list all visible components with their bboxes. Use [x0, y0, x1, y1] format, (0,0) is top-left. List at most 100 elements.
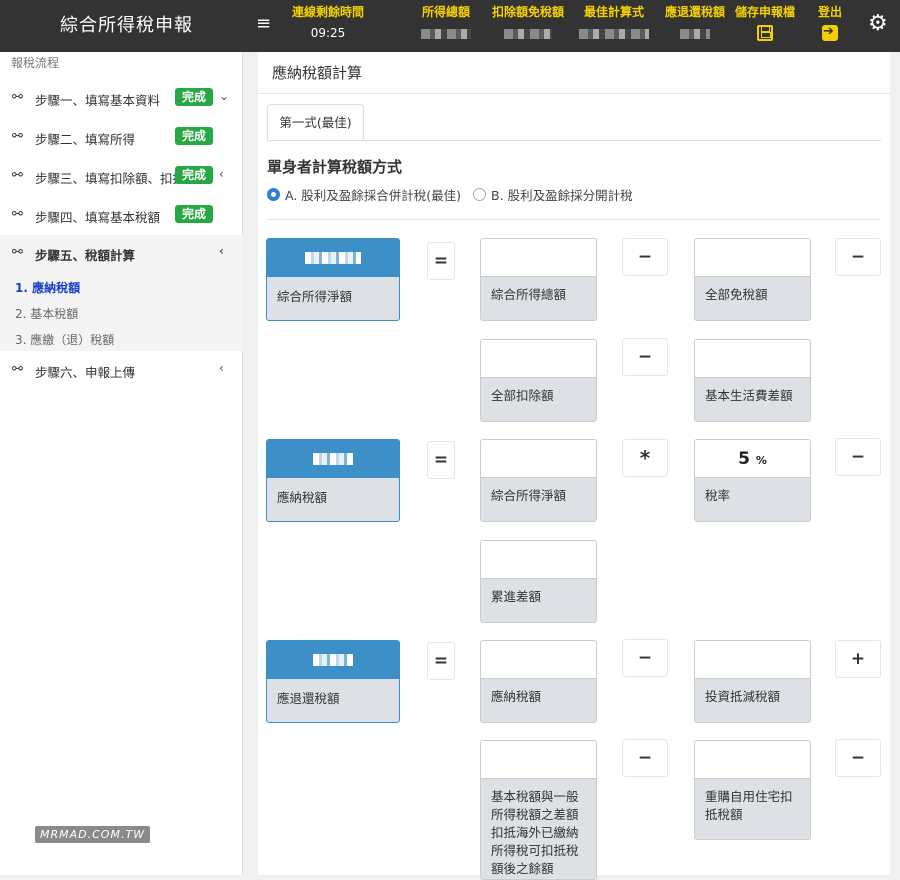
logout-label: 登出 — [817, 5, 842, 19]
tax-rate-box[interactable]: 5 % 稅率 — [694, 439, 811, 522]
save-button[interactable]: 儲存申報檔 — [732, 3, 798, 41]
link-icon: ⚯ — [12, 129, 23, 144]
total-income: 所得總額 — [418, 3, 474, 43]
total-income-label: 所得總額 — [421, 5, 470, 19]
chevron-left-icon: ‹ — [219, 244, 224, 258]
sidebar-item-step5[interactable]: ⚯ 步驟五、稅額計算 ‹ — [0, 235, 243, 273]
top-bar: 綜合所得稅申報 ≡ 連線剩餘時間 09:25 所得總額 扣除額免稅額 最佳計算式… — [0, 0, 900, 52]
home-repurchase-credit-label: 重購自用住宅扣抵稅額 — [705, 789, 793, 822]
radio-combined-label[interactable]: A. 股利及盈餘採合併計稅(最佳) — [285, 185, 461, 204]
done-badge: 完成 — [175, 127, 213, 145]
tax-payable-value-redacted — [313, 453, 353, 465]
home-repurchase-credit-box[interactable]: 重購自用住宅扣抵稅額 — [694, 740, 811, 840]
overseas-tax-credit-input[interactable] — [481, 741, 596, 779]
progressive-difference-box[interactable]: 累進差額 — [480, 540, 597, 623]
basic-living-input[interactable] — [695, 340, 810, 378]
equals-sign: = — [427, 242, 455, 280]
investment-credit-input[interactable] — [695, 641, 810, 679]
done-badge: 完成 — [175, 88, 213, 106]
tax-payable-box-label: 應納稅額 — [491, 689, 542, 704]
link-icon: ⚯ — [12, 90, 23, 105]
tax-payable-result: 應納稅額 — [266, 439, 400, 522]
link-icon: ⚯ — [12, 245, 23, 260]
sidebar-item-step6[interactable]: ⚯ 步驟六、申報上傳 ‹ — [0, 352, 243, 390]
tax-rate-value: 5 — [738, 449, 750, 469]
refund-result-label: 應退還稅額 — [277, 691, 340, 706]
submenu-item-basic-tax[interactable]: 2. 基本稅額 — [15, 305, 78, 322]
step-label: 步驟二、填寫所得 — [35, 132, 136, 147]
step5-submenu: 1. 應納稅額 2. 基本稅額 3. 應繳（退）稅額 — [0, 273, 243, 351]
overseas-tax-credit-label: 基本稅額與一般所得稅額之差額扣抵海外已繳納所得稅可扣抵稅額後之餘額 — [491, 789, 579, 876]
remaining-time-label: 連線剩餘時間 — [291, 5, 364, 19]
overseas-tax-credit-box[interactable]: 基本稅額與一般所得稅額之差額扣抵海外已繳納所得稅可扣抵稅額後之餘額 — [480, 740, 597, 880]
deduction-input[interactable] — [481, 340, 596, 378]
save-label: 儲存申報檔 — [734, 5, 795, 19]
calc-method-radios: A. 股利及盈餘採合併計稅(最佳) B. 股利及盈餘採分開計稅 — [267, 185, 645, 204]
net-income-box-label: 綜合所得淨額 — [491, 488, 567, 503]
sidebar-item-step2[interactable]: ⚯ 步驟二、填寫所得 完成 — [0, 119, 243, 157]
exemption-box[interactable]: 全部免稅額 — [694, 238, 811, 321]
refund-value-redacted — [680, 29, 710, 39]
tax-payable-input[interactable] — [481, 641, 596, 679]
tab-formula-1[interactable]: 第一式(最佳) — [267, 104, 364, 141]
exemption-input[interactable] — [695, 239, 810, 277]
multiply-operator: * — [622, 439, 668, 477]
radio-separate[interactable] — [473, 188, 487, 201]
basic-living-box[interactable]: 基本生活費差額 — [694, 339, 811, 422]
investment-credit-box[interactable]: 投資抵減稅額 — [694, 640, 811, 723]
net-income-label: 綜合所得淨額 — [277, 289, 353, 304]
deduction-label: 全部扣除額 — [491, 388, 554, 403]
sidebar-item-step3[interactable]: ⚯ 步驟三、填寫扣除額、扣抵 完成 ‹ — [0, 158, 243, 196]
sidebar-item-step4[interactable]: ⚯ 步驟四、填寫基本稅額 完成 — [0, 197, 243, 235]
minus-operator: − — [835, 238, 881, 276]
progressive-difference-input[interactable] — [481, 541, 596, 579]
deductions-value-redacted — [504, 29, 552, 39]
best-formula: 最佳計算式 — [578, 3, 650, 43]
step-label: 步驟六、申報上傳 — [35, 365, 136, 380]
submenu-item-tax-payable[interactable]: 1. 應納稅額 — [15, 279, 80, 296]
step-label: 步驟一、填寫基本資料 — [35, 93, 161, 108]
tax-rate-input[interactable]: 5 % — [695, 440, 810, 478]
done-badge: 完成 — [175, 205, 213, 223]
total-income-input[interactable] — [481, 239, 596, 277]
best-formula-value-redacted — [579, 29, 649, 39]
logout-button[interactable]: 登出 — [814, 3, 846, 41]
best-formula-label: 最佳計算式 — [583, 5, 644, 19]
logout-icon — [822, 24, 838, 41]
refund: 應退還稅額 — [662, 3, 728, 43]
basic-living-label: 基本生活費差額 — [705, 388, 793, 403]
exemption-label: 全部免稅額 — [705, 287, 768, 302]
deductions: 扣除額免稅額 — [488, 3, 568, 43]
refund-label: 應退還稅額 — [664, 5, 725, 19]
remaining-time: 連線剩餘時間 09:25 — [290, 3, 366, 40]
hamburger-menu-icon[interactable]: ≡ — [256, 13, 271, 34]
gear-icon[interactable]: ⚙ — [868, 11, 888, 36]
submenu-item-payment-refund[interactable]: 3. 應繳（退）稅額 — [15, 331, 114, 348]
net-income-box[interactable]: 綜合所得淨額 — [480, 439, 597, 522]
link-icon: ⚯ — [12, 168, 23, 183]
minus-operator: − — [622, 739, 668, 777]
tax-payable-box[interactable]: 應納稅額 — [480, 640, 597, 723]
radio-combined[interactable] — [267, 188, 280, 201]
chevron-down-icon: ⌄ — [219, 89, 230, 103]
sidebar-heading: 報稅流程 — [11, 56, 60, 70]
minus-operator: − — [622, 238, 668, 276]
net-income-result: 綜合所得淨額 — [266, 238, 400, 321]
radio-separate-label[interactable]: B. 股利及盈餘採分開計稅 — [491, 185, 633, 204]
step-label: 步驟四、填寫基本稅額 — [35, 210, 161, 225]
page-title: 應納稅額計算 — [258, 52, 890, 94]
minus-operator: − — [622, 338, 668, 376]
home-repurchase-credit-input[interactable] — [695, 741, 810, 779]
tab-divider — [267, 140, 881, 141]
tax-payable-label: 應納稅額 — [277, 490, 328, 505]
total-income-value-redacted — [421, 29, 471, 39]
percent-unit: % — [755, 454, 767, 467]
sidebar-item-step1[interactable]: ⚯ 步驟一、填寫基本資料 完成 ⌄ — [0, 80, 243, 118]
deduction-box[interactable]: 全部扣除額 — [480, 339, 597, 422]
minus-operator: − — [622, 639, 668, 677]
net-income-input[interactable] — [481, 440, 596, 478]
equals-sign: = — [427, 642, 455, 680]
total-income-box[interactable]: 綜合所得總額 — [480, 238, 597, 321]
minus-operator: − — [835, 438, 881, 476]
section-title: 單身者計算稅額方式 — [267, 158, 403, 176]
